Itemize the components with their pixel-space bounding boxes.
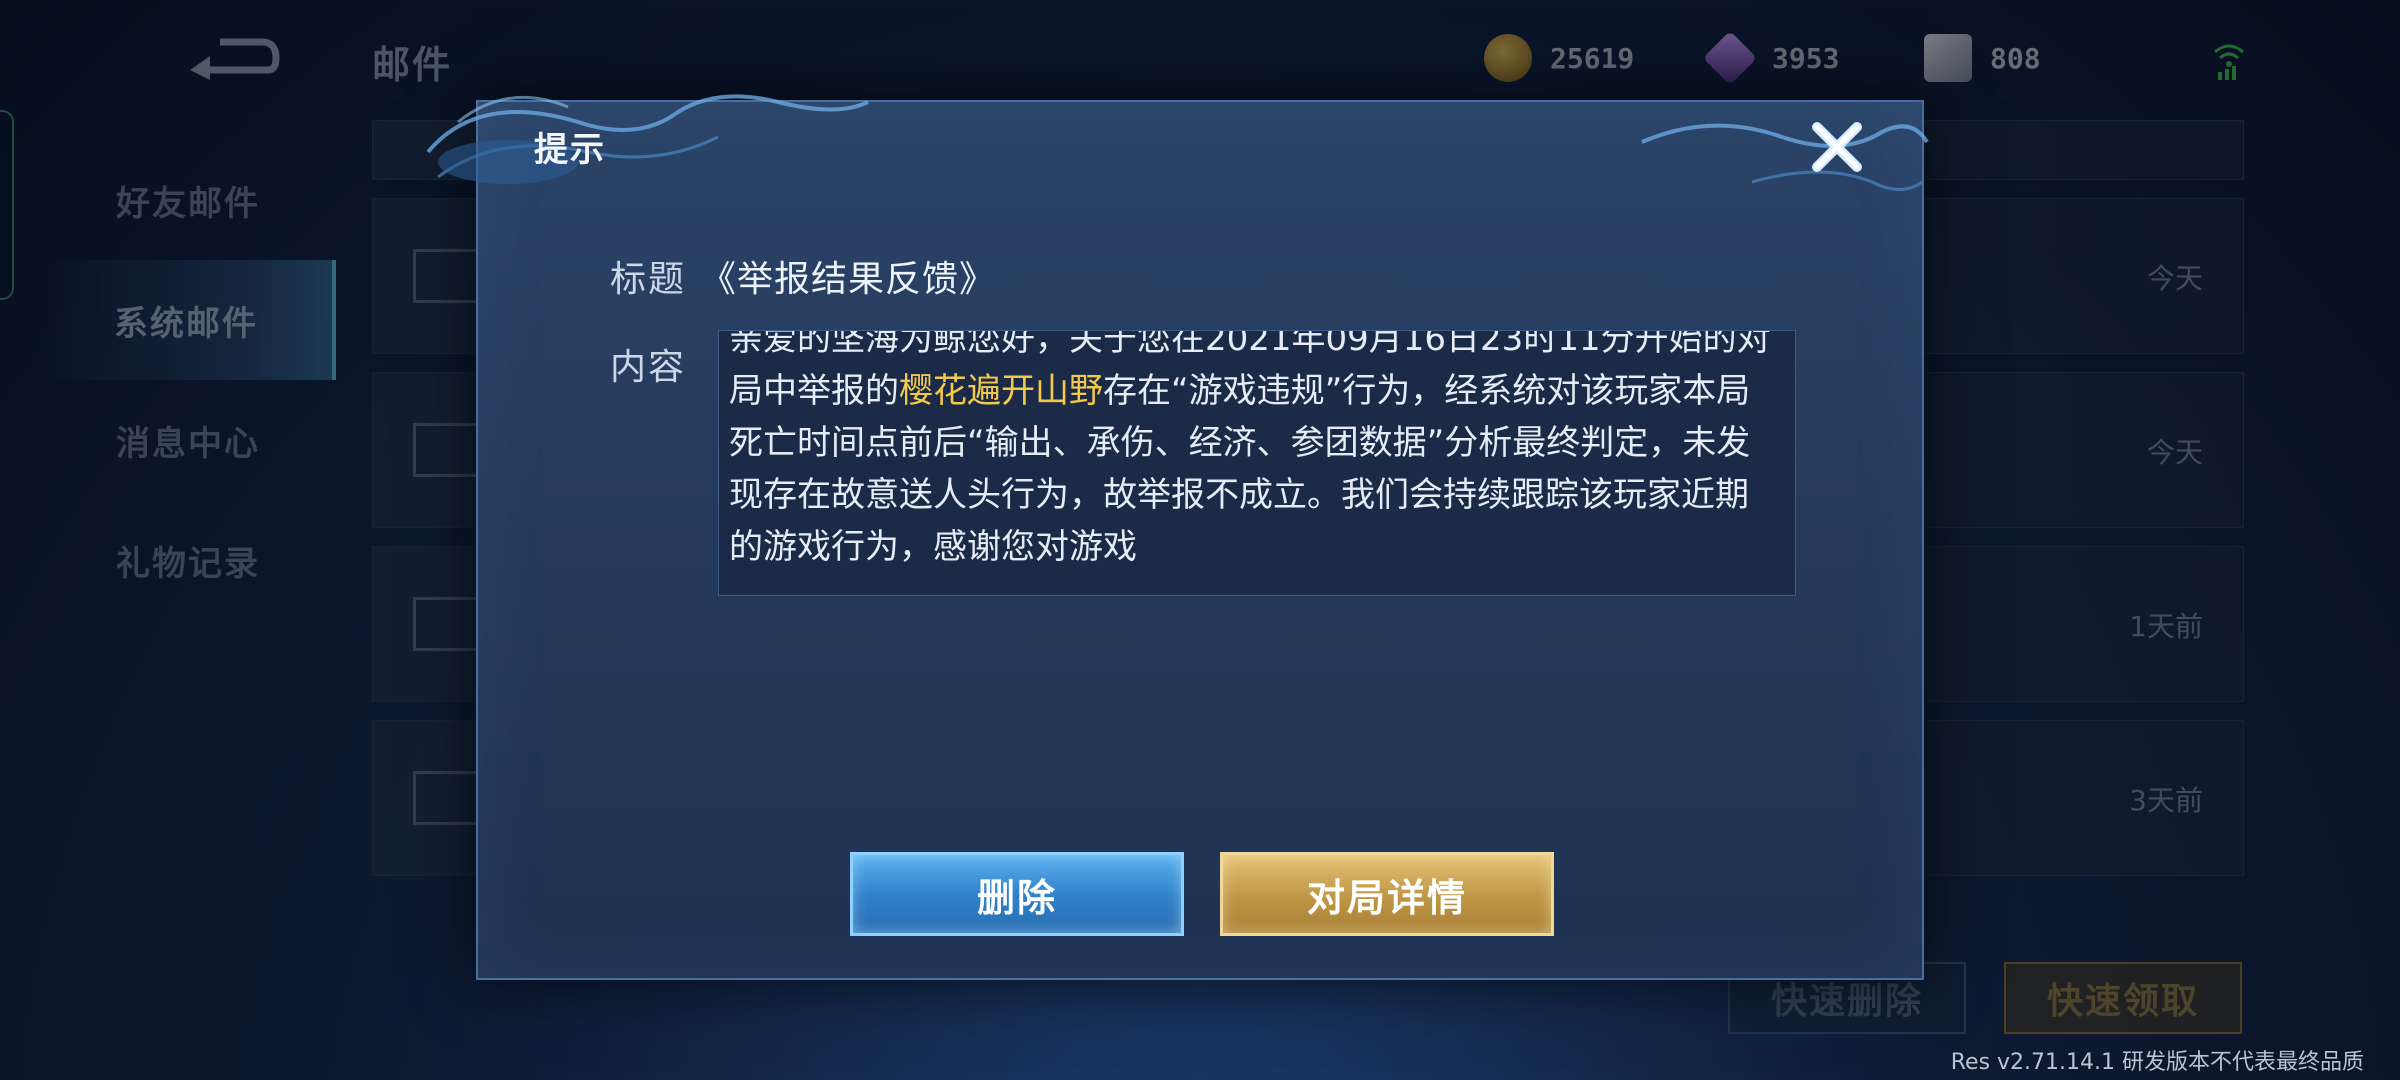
envelope-icon: [413, 249, 483, 303]
diamond-icon: [1702, 30, 1758, 86]
mail-time: 1天前: [2129, 610, 2203, 643]
notice-dialog: 提示 标题 《举报结果反馈》 内容 亲爱的坚海为鲸您好，关于您在2021年09月…: [426, 94, 1929, 980]
cloud-swirl-decoration: [1641, 123, 1929, 191]
sidebar-item-gift-record[interactable]: 礼物记录: [40, 500, 336, 620]
sidebar-item-friend-mail[interactable]: 好友邮件: [40, 140, 336, 260]
content-text: 亲爱的坚海为鲸您好，关于您在2021年09月16日23时11分开始的对局中举报的…: [729, 331, 1773, 573]
delete-button[interactable]: 删除: [850, 852, 1184, 936]
sidebar: 好友邮件 系统邮件 消息中心 礼物记录: [40, 140, 336, 620]
mail-time: 今天: [2146, 262, 2203, 295]
sidebar-item-message-center[interactable]: 消息中心: [40, 380, 336, 500]
quick-claim-button[interactable]: 快速领取: [2004, 962, 2242, 1034]
diamond-value: 3953: [1772, 41, 1840, 75]
wifi-signal-icon: [2214, 44, 2244, 80]
content-label: 内容: [610, 347, 687, 388]
close-button[interactable]: [1802, 112, 1872, 182]
envelope-icon: [413, 423, 483, 477]
side-tab-indicator: [0, 110, 14, 300]
back-arrow-icon[interactable]: [180, 28, 280, 84]
mail-time: 3天前: [2129, 784, 2203, 817]
dialog-title: 提示: [534, 130, 606, 170]
diamond-counter: 3953: [1702, 30, 1840, 86]
close-icon: [1812, 122, 1862, 172]
gold-coin-value: 25619: [1550, 41, 1635, 75]
ticket-counter: 808: [1924, 34, 2041, 82]
mail-time: 今天: [2146, 436, 2203, 469]
gold-coin-counter: 25619: [1484, 34, 1634, 82]
page-title: 邮件: [372, 43, 453, 87]
gold-coin-icon: [1484, 34, 1532, 82]
ticket-icon: [1924, 34, 1972, 82]
content-scroll-box[interactable]: 亲爱的坚海为鲸您好，关于您在2021年09月16日23时11分开始的对局中举报的…: [718, 330, 1796, 596]
ticket-value: 808: [1990, 41, 2041, 75]
version-text: Res v2.71.14.1 研发版本不代表最终品质: [1950, 1050, 2364, 1075]
subject-value: 《举报结果反馈》: [700, 259, 997, 300]
subject-label: 标题: [610, 259, 687, 300]
reported-player-name: 樱花遍开山野: [899, 371, 1103, 411]
sidebar-item-system-mail[interactable]: 系统邮件: [40, 260, 336, 380]
envelope-icon: [413, 597, 483, 651]
match-detail-button[interactable]: 对局详情: [1220, 852, 1554, 936]
envelope-icon: [413, 771, 483, 825]
cloud-swirl-decoration: [426, 94, 869, 184]
